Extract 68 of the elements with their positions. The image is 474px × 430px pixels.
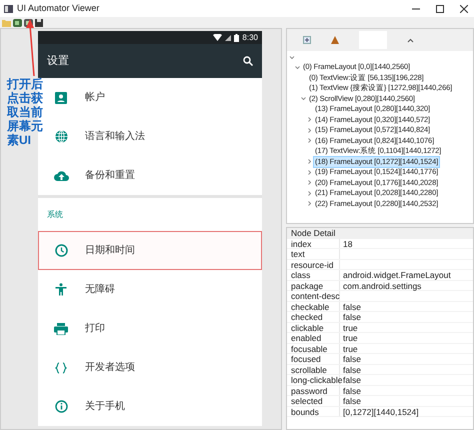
property-name: class [287,270,340,280]
property-name: text [287,249,340,258]
braces-icon [55,362,67,374]
cloud-upload-icon [54,170,68,181]
settings-item[interactable]: 备份和重置 [38,156,262,195]
property-name: password [287,386,340,395]
settings-label: 语言和输入法 [84,130,145,144]
printer-icon [54,322,68,334]
property-name: focusable [287,344,340,353]
settings-item[interactable]: 无障碍 [38,270,262,309]
property-name: checkable [287,302,340,311]
property-name: resource-id [287,260,340,269]
property-name: focused [287,354,340,364]
property-name: long-clickable [287,375,340,384]
signal-icon [225,34,232,40]
property-value: true [342,344,358,353]
property-value: false [342,302,361,311]
save-icon[interactable] [35,18,43,26]
property-name: checked [287,312,340,322]
battery-icon [234,34,240,42]
maximize-icon[interactable] [436,4,444,12]
property-value: false [342,396,361,406]
property-value: false [342,386,361,395]
clock-icon [54,244,68,257]
settings-item[interactable]: 开发者选项 [38,348,262,387]
panel-title: Node Detail [287,228,473,238]
settings-label: 打印 [84,322,105,336]
close-icon[interactable] [460,4,468,12]
app-title: 设置 [47,54,69,69]
property-value: com.android.settings [342,280,422,290]
settings-label: 开发者选项 [84,360,135,375]
expand-all-icon[interactable] [303,36,311,44]
settings-label: 帐户 [84,90,105,105]
warning-icon[interactable] [331,36,339,44]
property-name: index [287,238,340,248]
settings-label: 关于手机 [84,400,125,414]
accessibility-icon [55,283,67,296]
property-name: scrollable [287,364,340,374]
window-title: UI Automator Viewer [17,2,100,15]
property-value: [0,1272][1440,1524] [342,406,419,416]
search-icon[interactable] [243,56,253,66]
property-value: true [342,322,358,332]
property-name: clickable [287,322,340,332]
settings-label: 备份和重置 [84,168,135,183]
property-value: 18 [342,238,352,248]
settings-item[interactable]: 关于手机 [38,387,262,426]
wifi-icon [213,34,222,41]
collapse-icon[interactable] [407,38,414,42]
property-value: false [342,364,361,374]
account-icon [55,92,67,104]
property-value: android.widget.FrameLayout [342,270,451,280]
settings-label: 无障碍 [84,282,115,297]
app-icon [4,4,13,12]
info-icon [54,400,68,413]
settings-item[interactable]: 打印 [38,309,262,348]
globe-icon [54,130,68,143]
section-header: 系统 [47,208,63,220]
settings-label: 日期和时间 [84,244,135,258]
property-value: false [342,354,361,364]
property-name: enabled [287,333,340,342]
property-value: true [342,333,358,342]
property-value: false [342,312,361,322]
property-name: bounds [287,406,340,416]
settings-item[interactable]: 日期和时间 [38,231,262,270]
property-name: content-desc [287,291,340,300]
status-time: 8:30 [242,32,258,44]
property-name: selected [287,396,340,406]
property-name: package [287,280,340,290]
